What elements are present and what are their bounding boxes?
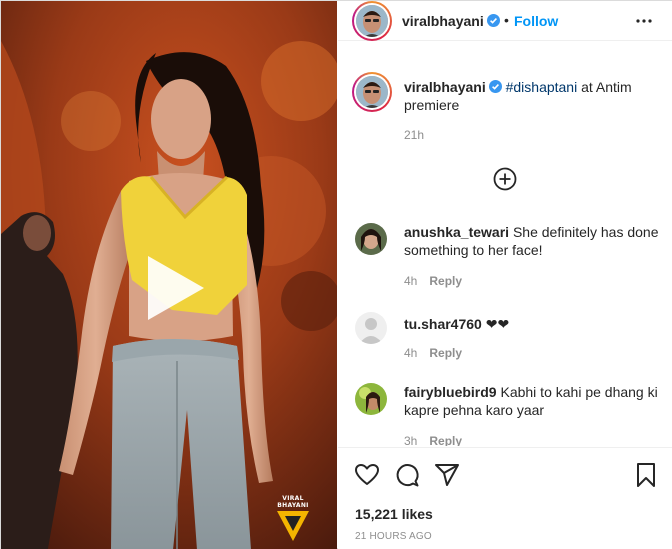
post-header: viralbhayani • Follow [338,1,672,41]
post-sidebar: viralbhayani • Follow viralbhayani #dish… [338,1,672,549]
play-icon[interactable] [138,252,210,324]
reply-button[interactable]: Reply [429,346,462,360]
watermark-text: VIRAL BHAYANI [277,495,309,509]
caption-avatar[interactable] [352,72,392,112]
avatar-face-icon [356,5,388,37]
comment-text: ❤❤ [485,316,510,332]
comment-time[interactable]: 4h [404,274,417,288]
comment-time[interactable]: 3h [404,434,417,446]
author-username-text[interactable]: viralbhayani [402,13,484,29]
default-avatar-icon [355,312,387,344]
post-video[interactable]: VIRAL BHAYANI [1,1,337,549]
comment-meta: 4h Reply [404,346,462,360]
comment-meta: 4h Reply [404,274,462,288]
comment-body: fairybluebird9 Kabhi to kahi pe dhang ki… [404,383,659,419]
plus-circle-icon[interactable] [493,167,517,191]
bookmark-icon[interactable] [633,462,659,488]
avatar-face-icon [355,223,387,255]
comment-username[interactable]: anushka_tewari [404,224,509,240]
post-actions: 15,221 likes 21 HOURS AGO [338,447,672,547]
header-separator: • [504,12,509,28]
author-avatar[interactable] [352,1,392,41]
comment-meta: 3h Reply [404,434,462,446]
commenter-avatar[interactable] [355,312,387,344]
watermark-v-icon [277,511,309,541]
caption-username[interactable]: viralbhayani [404,79,486,95]
reply-button[interactable]: Reply [429,274,462,288]
caption-hashtag[interactable]: #dishaptani [506,79,578,95]
verified-badge-icon [486,14,500,27]
caption-time[interactable]: 21h [404,128,424,142]
comment-time[interactable]: 4h [404,346,417,360]
more-options-icon[interactable] [634,13,654,29]
paper-plane-icon[interactable] [434,462,460,488]
comment-username[interactable]: tu.shar4760 [404,316,482,332]
watermark-logo: VIRAL BHAYANI [271,495,315,546]
follow-button[interactable]: Follow [514,13,558,29]
commenter-avatar[interactable] [355,223,387,255]
reply-button[interactable]: Reply [429,434,462,446]
commenter-avatar[interactable] [355,383,387,415]
comment-username[interactable]: fairybluebird9 [404,384,497,400]
avatar-face-icon [355,383,387,415]
heart-icon[interactable] [354,462,380,488]
comments-list[interactable]: anushka_tewari She definitely has done s… [338,206,672,446]
avatar-face-icon [356,76,388,108]
likes-count[interactable]: 15,221 likes [355,506,433,522]
comment-bubble-icon[interactable] [394,462,420,488]
post-caption: viralbhayani #dishaptani at Antim premie… [404,78,664,114]
post-timestamp[interactable]: 21 HOURS AGO [355,531,432,542]
verified-badge-icon [488,80,502,93]
comment-body: tu.shar4760 ❤❤ [404,315,659,333]
instagram-post: VIRAL BHAYANI viralbhayani • Follow vira… [0,0,672,549]
author-username[interactable]: viralbhayani [402,13,500,29]
comment-body: anushka_tewari She definitely has done s… [404,223,659,259]
